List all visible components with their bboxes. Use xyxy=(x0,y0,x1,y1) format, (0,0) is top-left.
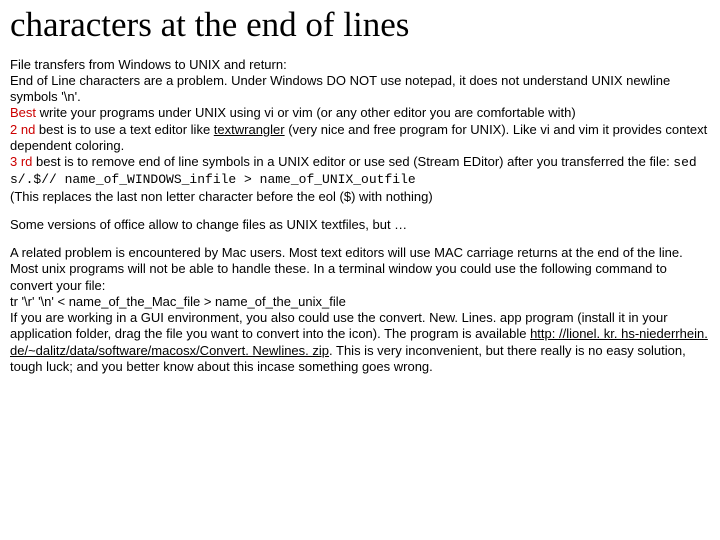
document-page: characters at the end of lines File tran… xyxy=(0,0,720,397)
paragraph-3: A related problem is encountered by Mac … xyxy=(10,245,710,375)
second-best-label: 2 nd xyxy=(10,122,35,137)
p1-line4a: best is to use a text editor like xyxy=(35,122,213,137)
p1-line6: (This replaces the last non letter chara… xyxy=(10,189,433,204)
paragraph-2: Some versions of office allow to change … xyxy=(10,217,710,233)
page-title: characters at the end of lines xyxy=(10,6,710,45)
textwrangler-link[interactable]: textwrangler xyxy=(214,122,285,137)
paragraph-1: File transfers from Windows to UNIX and … xyxy=(10,57,710,205)
p1-line2: End of Line characters are a problem. Un… xyxy=(10,73,670,104)
p1-line5a: best is to remove end of line symbols in… xyxy=(32,154,673,169)
third-best-label: 3 rd xyxy=(10,154,32,169)
p1-line1: File transfers from Windows to UNIX and … xyxy=(10,57,287,72)
p3-line2: tr '\r' '\n' < name_of_the_Mac_file > na… xyxy=(10,294,346,309)
p1-line3: write your programs under UNIX using vi … xyxy=(36,105,576,120)
best-label: Best xyxy=(10,105,36,120)
p3-line1: A related problem is encountered by Mac … xyxy=(10,245,683,293)
